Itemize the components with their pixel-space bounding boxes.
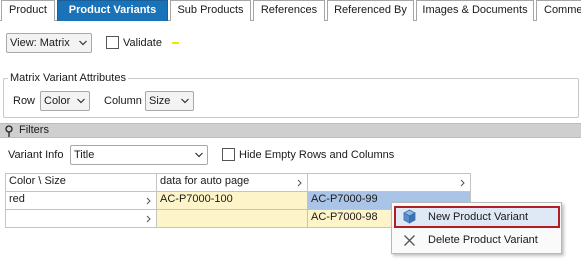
grid-cell[interactable] — [156, 209, 308, 228]
grid-row-header[interactable] — [5, 209, 157, 228]
menu-item-label: New Product Variant — [428, 211, 529, 223]
tab-referenced-by[interactable]: Referenced By — [327, 0, 414, 21]
tab-references[interactable]: References — [253, 0, 325, 21]
menu-item-new-product-variant[interactable]: New Product Variant — [394, 206, 560, 228]
close-icon — [404, 235, 415, 246]
grid-column-header-label: data for auto page — [160, 175, 250, 187]
hide-empty-checkbox[interactable] — [222, 148, 235, 161]
chevron-down-icon — [77, 98, 85, 104]
cube-icon — [403, 209, 416, 224]
validate-label: Validate — [123, 37, 162, 49]
tab-comments[interactable]: Comme — [536, 0, 581, 21]
validation-indicator — [172, 42, 179, 44]
row-select[interactable]: Color — [40, 91, 90, 111]
grid-row-header[interactable]: red — [5, 191, 157, 210]
matrix-attributes-title: Matrix Variant Attributes — [8, 71, 128, 85]
grid-row-header-label: red — [9, 193, 25, 205]
column-label: Column — [104, 95, 142, 107]
tab-bar: Product Product Variants Sub Products Re… — [0, 0, 581, 21]
context-menu: New Product Variant Delete Product Varia… — [391, 202, 562, 254]
hide-empty-label: Hide Empty Rows and Columns — [239, 149, 395, 161]
variant-info-select[interactable]: Title — [70, 145, 208, 165]
menu-item-label: Delete Product Variant — [428, 234, 538, 246]
chevron-right-icon — [146, 215, 151, 223]
chevron-down-icon — [79, 40, 87, 46]
validate-checkbox[interactable] — [106, 36, 119, 49]
filters-title: Filters — [19, 124, 49, 136]
filters-bar[interactable]: Filters — [0, 123, 581, 138]
row-label: Row — [13, 95, 36, 107]
menu-item-delete-product-variant[interactable]: Delete Product Variant — [394, 230, 560, 252]
variant-info-value: Title — [74, 149, 95, 161]
chevron-right-icon — [146, 197, 151, 205]
grid-column-header[interactable]: data for auto page — [156, 173, 308, 192]
chevron-down-icon — [195, 152, 203, 158]
view-select-value: View: Matrix — [10, 37, 70, 49]
chevron-right-icon — [460, 179, 465, 187]
tab-images-documents[interactable]: Images & Documents — [416, 0, 534, 21]
view-select[interactable]: View: Matrix — [6, 33, 92, 53]
grid-column-header[interactable] — [307, 173, 471, 192]
variant-info-label: Variant Info — [8, 149, 64, 161]
chevron-right-icon — [297, 179, 302, 187]
column-select-value: Size — [149, 95, 171, 107]
row-select-value: Color — [44, 95, 71, 107]
tab-sub-products[interactable]: Sub Products — [170, 0, 251, 21]
tab-product[interactable]: Product — [1, 0, 55, 21]
column-select[interactable]: Size — [145, 91, 194, 111]
tab-product-variants[interactable]: Product Variants — [57, 0, 168, 21]
grid-cell[interactable]: AC-P7000-100 — [156, 191, 308, 210]
pin-icon[interactable] — [4, 125, 14, 137]
chevron-down-icon — [181, 98, 189, 104]
grid-corner-header: Color \ Size — [5, 173, 157, 192]
